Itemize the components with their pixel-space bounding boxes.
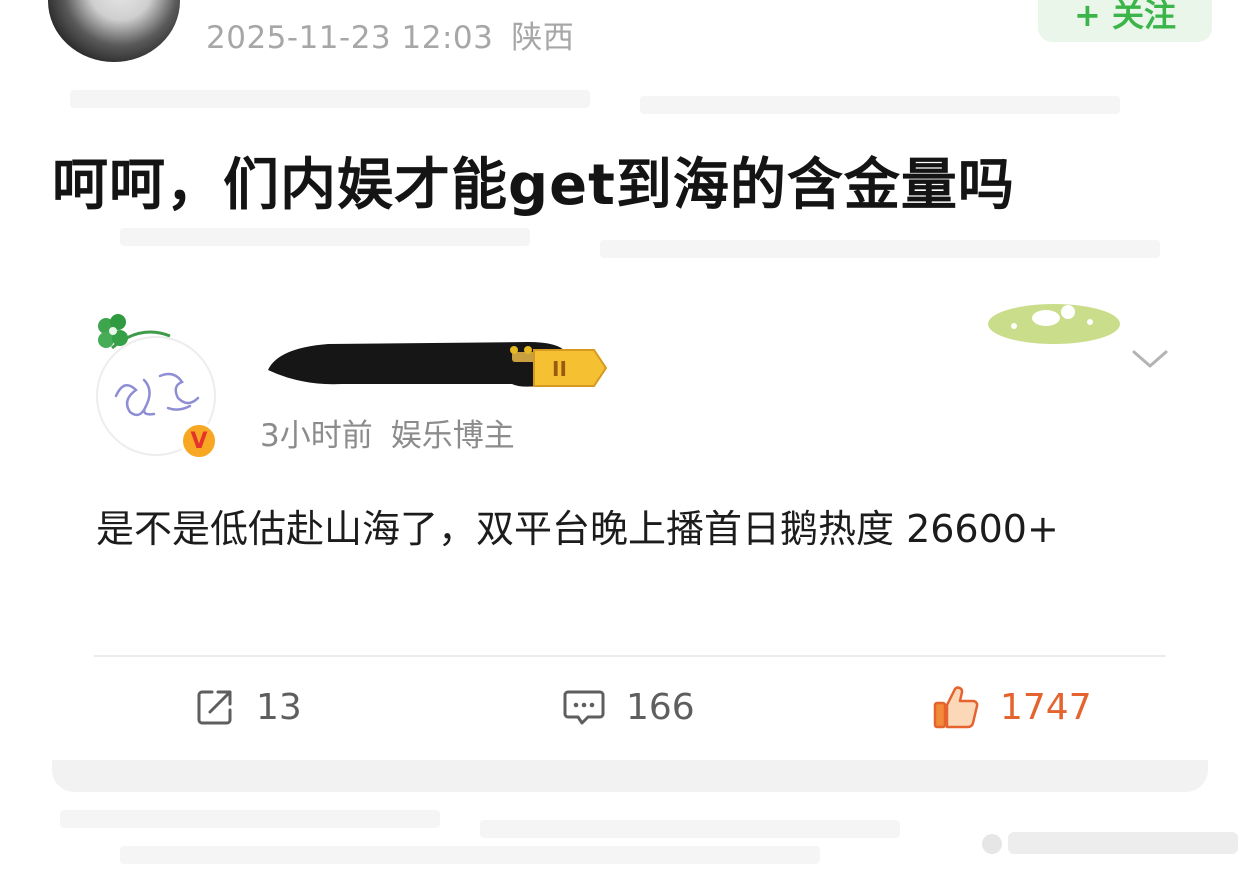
post-timestamp: 2025-11-23 12:03	[206, 20, 494, 56]
verified-badge-icon: V	[180, 422, 218, 460]
quoted-meta: 3小时前 娱乐博主	[260, 410, 515, 455]
share-count: 13	[256, 686, 302, 728]
post-location: 陕西	[511, 20, 575, 56]
follow-button[interactable]: + 关注	[1038, 0, 1212, 42]
post-meta: 2025-11-23 12:03 陕西	[206, 12, 574, 57]
comment-count: 166	[626, 686, 695, 728]
clover-icon	[98, 314, 171, 350]
redacted-username[interactable]: II	[262, 336, 612, 394]
quoted-role: 娱乐博主	[390, 418, 515, 454]
like-button[interactable]: 1747	[932, 684, 1092, 730]
post-title: 呵呵，们内娱才能get到海的含金量吗	[52, 153, 1015, 218]
card-bottom-edge	[52, 760, 1208, 792]
author-avatar[interactable]	[48, 0, 180, 62]
comment-button[interactable]: 166	[562, 684, 695, 730]
quoted-post-text: 是不是低估赴山海了，双平台晚上播首日鹅热度 26600+	[96, 507, 1059, 551]
share-button[interactable]: 13	[194, 684, 302, 730]
platform-watermark-icon	[982, 832, 1238, 854]
card-decoration-icon	[988, 304, 1120, 344]
like-icon	[933, 686, 979, 729]
chevron-down-icon[interactable]	[1128, 344, 1172, 374]
action-divider	[94, 655, 1166, 657]
comment-icon	[563, 690, 605, 725]
quoted-time: 3小时前	[260, 418, 373, 454]
svg-text:II: II	[552, 357, 567, 381]
share-icon	[197, 690, 232, 725]
like-count: 1747	[1000, 686, 1092, 728]
